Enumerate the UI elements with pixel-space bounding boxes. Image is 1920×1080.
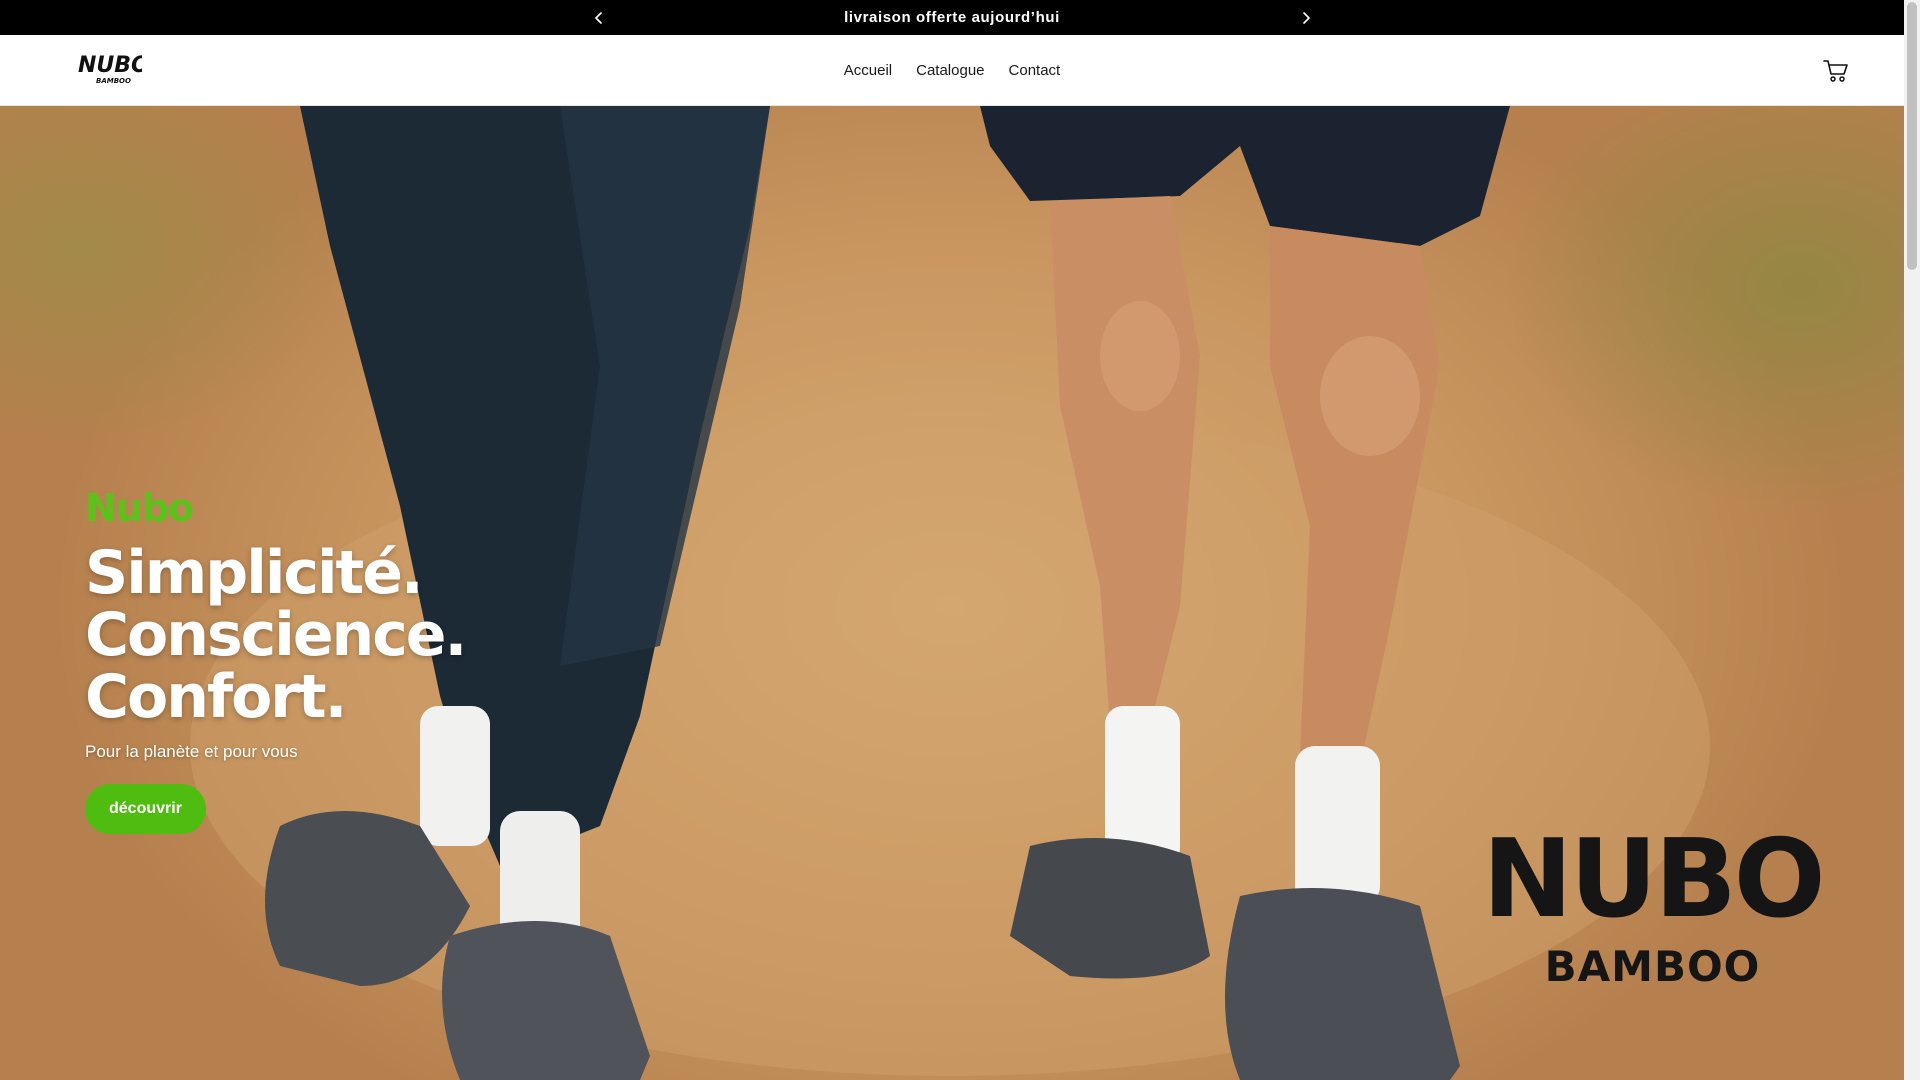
page-scrollbar[interactable] <box>1904 0 1920 1080</box>
announcement-text: livraison offerte aujourd’hui <box>844 9 1060 26</box>
scrollbar-thumb[interactable] <box>1907 2 1917 270</box>
brand-mark-secondary: BAMBOO <box>1544 942 1761 991</box>
hero-headline-line-2: Conscience. <box>85 600 467 670</box>
discover-button[interactable]: découvrir <box>85 784 206 834</box>
hero-subtitle: Pour la planète et pour vous <box>85 742 298 761</box>
hero-banner: Nubo Simplicité. Conscience. Confort. Po… <box>0 106 1904 1080</box>
hero-eyebrow: Nubo <box>85 486 194 530</box>
hero-headline-line-1: Simplicité. <box>85 538 424 608</box>
site-header: NUBO BAMBOO Accueil Catalogue Contact <box>0 35 1904 106</box>
chevron-right-icon[interactable] <box>1296 8 1316 28</box>
nav-item-accueil[interactable]: Accueil <box>832 35 904 106</box>
brand-mark-primary: NUBO <box>1482 817 1825 942</box>
hero-headline-line-3: Confort. <box>85 662 347 732</box>
hero-brand-mark: NUBO BAMBOO <box>1480 826 1825 992</box>
announcement-bar: livraison offerte aujourd’hui <box>0 0 1904 35</box>
cart-icon[interactable] <box>1823 59 1849 83</box>
hero-content: Nubo Simplicité. Conscience. Confort. Po… <box>85 486 645 834</box>
nav-item-contact[interactable]: Contact <box>997 35 1073 106</box>
nav-item-catalogue[interactable]: Catalogue <box>904 35 996 106</box>
main-nav: Accueil Catalogue Contact <box>0 35 1904 106</box>
